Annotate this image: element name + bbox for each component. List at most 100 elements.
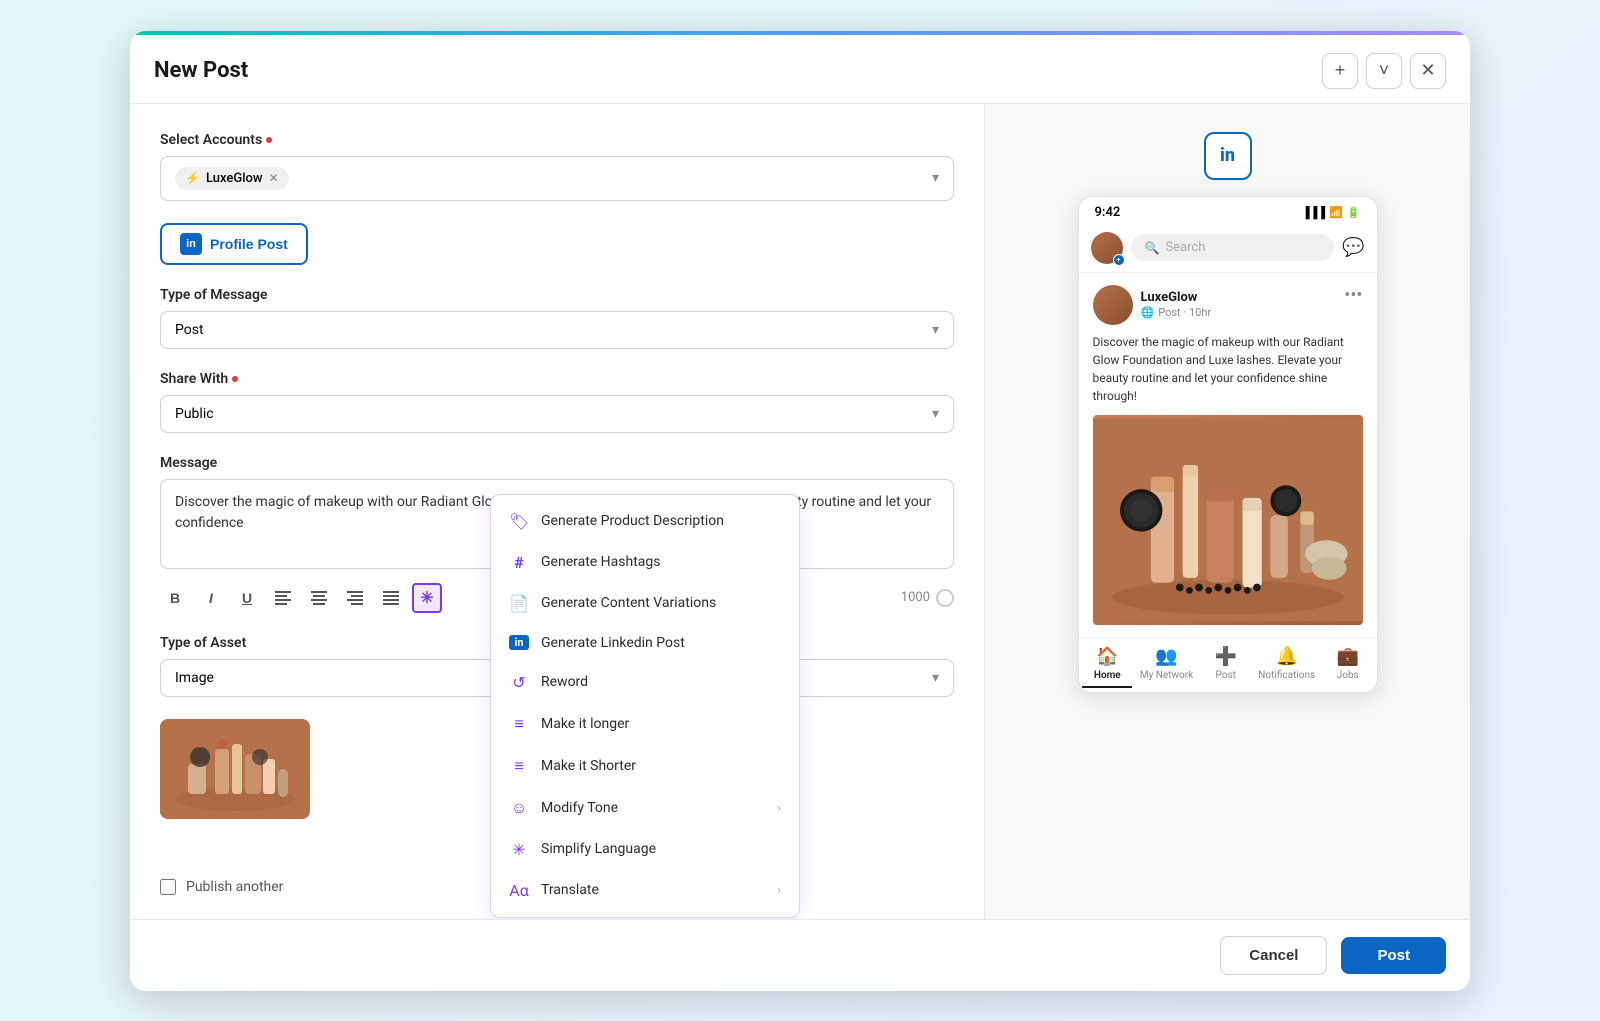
align-right-button[interactable] — [340, 583, 370, 613]
network-icon: 👥 — [1155, 646, 1177, 667]
linkedin-badge: in — [1204, 132, 1252, 180]
nav-item-jobs[interactable]: 💼 Jobs — [1323, 646, 1373, 688]
modal-footer: Cancel Post — [130, 919, 1470, 991]
item-icon-make-shorter: ≡ — [509, 756, 529, 776]
char-circle-icon — [936, 589, 954, 607]
message-icon[interactable]: 💬 — [1342, 237, 1364, 258]
item-label-make-shorter: Make it Shorter — [541, 758, 636, 774]
item-icon-reword: ↺ — [509, 673, 529, 692]
home-icon: 🏠 — [1096, 646, 1118, 667]
post-options-icon[interactable]: ••• — [1344, 285, 1362, 306]
item-label-reword: Reword — [541, 674, 588, 690]
search-icon: 🔍 — [1145, 241, 1160, 255]
search-placeholder: Search — [1165, 240, 1205, 255]
item-icon-generate-linkedin: in — [509, 635, 529, 650]
linkedin-badge-small: in — [180, 233, 202, 255]
post-type-button[interactable]: in Profile Post — [160, 223, 308, 265]
ai-dropdown-menu: 🏷Generate Product Description#Generate H… — [490, 494, 800, 918]
phone-username: LuxeGlow — [1141, 290, 1212, 305]
asset-type-value: Image — [175, 670, 214, 686]
phone-post-meta: 🌐 Post · 10hr — [1141, 306, 1212, 319]
phone-avatar-med — [1093, 285, 1133, 325]
post-type-label: Profile Post — [210, 236, 288, 252]
account-chip: ⚡ LuxeGlow ✕ — [175, 167, 289, 190]
phone-search-field[interactable]: 🔍 Search — [1131, 234, 1335, 261]
dropdown-item-translate[interactable]: Aα Translate › — [491, 870, 799, 911]
dropdown-item-simplify[interactable]: ✳Simplify Language — [491, 829, 799, 870]
phone-post-image — [1093, 415, 1363, 625]
nav-item-home[interactable]: 🏠 Home — [1082, 646, 1132, 688]
dropdown-item-generate-linkedin[interactable]: in Generate Linkedin Post — [491, 624, 799, 662]
nav-item-post[interactable]: ➕ Post — [1201, 646, 1251, 688]
share-with-select[interactable]: Public ▾ — [160, 395, 954, 433]
dropdown-item-generate-product[interactable]: 🏷Generate Product Description — [491, 501, 799, 542]
select-accounts-section: Select Accounts ⚡ LuxeGlow ✕ ▾ — [160, 132, 954, 201]
dropdown-item-modify-tone[interactable]: ☺Modify Tone› — [491, 787, 799, 829]
bold-button[interactable]: B — [160, 583, 190, 613]
item-icon-generate-content: 📄 — [509, 594, 529, 613]
align-left-button[interactable] — [268, 583, 298, 613]
item-icon-make-longer: ≡ — [509, 714, 529, 734]
share-with-required — [232, 376, 238, 382]
notifications-icon: 🔔 — [1276, 646, 1298, 667]
jobs-icon: 💼 — [1337, 646, 1359, 667]
phone-avatar-small: + — [1091, 232, 1123, 264]
dropdown-item-generate-hashtags[interactable]: #Generate Hashtags — [491, 542, 799, 583]
item-label-generate-linkedin: Generate Linkedin Post — [541, 635, 685, 651]
message-type-select[interactable]: Post ▾ — [160, 311, 954, 349]
required-dot — [266, 137, 272, 143]
item-icon-translate: Aα — [509, 881, 529, 900]
publish-another-label: Publish another — [186, 879, 283, 895]
share-with-label: Share With — [160, 371, 954, 387]
item-label-make-longer: Make it longer — [541, 716, 629, 732]
chip-close-icon[interactable]: ✕ — [269, 171, 279, 185]
publish-another-checkbox[interactable] — [160, 879, 176, 895]
linkedin-badge-row: in — [1204, 132, 1252, 180]
dropdown-item-make-shorter[interactable]: ≡ Make it Shorter — [491, 745, 799, 787]
ai-star-button[interactable]: ✳ — [412, 583, 442, 613]
phone-search-bar: + 🔍 Search 💬 — [1079, 228, 1377, 273]
share-with-value: Public — [175, 406, 214, 422]
globe-icon: 🌐 — [1141, 306, 1155, 319]
signal-icon: ▐▐▐ — [1302, 206, 1325, 219]
accounts-select[interactable]: ⚡ LuxeGlow ✕ ▾ — [160, 156, 954, 201]
dropdown-item-reword[interactable]: ↺ Reword — [491, 662, 799, 703]
align-center-button[interactable] — [304, 583, 334, 613]
type-of-message-label: Type of Message — [160, 287, 954, 303]
item-label-simplify: Simplify Language — [541, 841, 656, 857]
cancel-button[interactable]: Cancel — [1220, 936, 1327, 975]
nav-item-notifications[interactable]: 🔔 Notifications — [1258, 646, 1315, 688]
item-label-translate: Translate — [541, 882, 599, 898]
nav-network-label: My Network — [1140, 670, 1193, 681]
dropdown-item-generate-content[interactable]: 📄Generate Content Variations — [491, 583, 799, 624]
italic-button[interactable]: I — [196, 583, 226, 613]
modal-body: Select Accounts ⚡ LuxeGlow ✕ ▾ — [130, 104, 1470, 919]
underline-button[interactable]: U — [232, 583, 262, 613]
preview-image — [160, 719, 310, 819]
phone-status-icons: ▐▐▐ 📶 🔋 — [1302, 206, 1361, 219]
add-button[interactable]: + — [1322, 53, 1358, 89]
phone-avatar-badge: + — [1113, 254, 1125, 266]
collapse-button[interactable]: ˅ — [1366, 53, 1402, 89]
char-count-value: 1000 — [901, 590, 930, 605]
item-icon-modify-tone: ☺ — [509, 798, 529, 818]
item-label-generate-product: Generate Product Description — [541, 513, 724, 529]
phone-user-info: LuxeGlow 🌐 Post · 10hr — [1141, 290, 1212, 319]
item-arrow-translate: › — [777, 883, 781, 897]
phone-time: 9:42 — [1095, 205, 1121, 220]
asset-preview — [160, 719, 310, 819]
nav-item-network[interactable]: 👥 My Network — [1140, 646, 1193, 688]
post-button[interactable]: Post — [1341, 937, 1446, 974]
left-panel: Select Accounts ⚡ LuxeGlow ✕ ▾ — [130, 104, 985, 919]
message-label: Message — [160, 455, 954, 471]
message-type-value: Post — [175, 322, 204, 338]
item-arrow-modify-tone: › — [777, 801, 781, 815]
share-with-section: Share With Public ▾ — [160, 371, 954, 433]
post-image-svg — [1093, 415, 1363, 625]
dropdown-item-make-longer[interactable]: ≡ Make it longer — [491, 703, 799, 745]
justify-button[interactable] — [376, 583, 406, 613]
close-button[interactable]: ✕ — [1410, 53, 1446, 89]
select-accounts-label: Select Accounts — [160, 132, 954, 148]
nav-jobs-label: Jobs — [1337, 670, 1359, 681]
wifi-icon: 📶 — [1329, 206, 1343, 219]
